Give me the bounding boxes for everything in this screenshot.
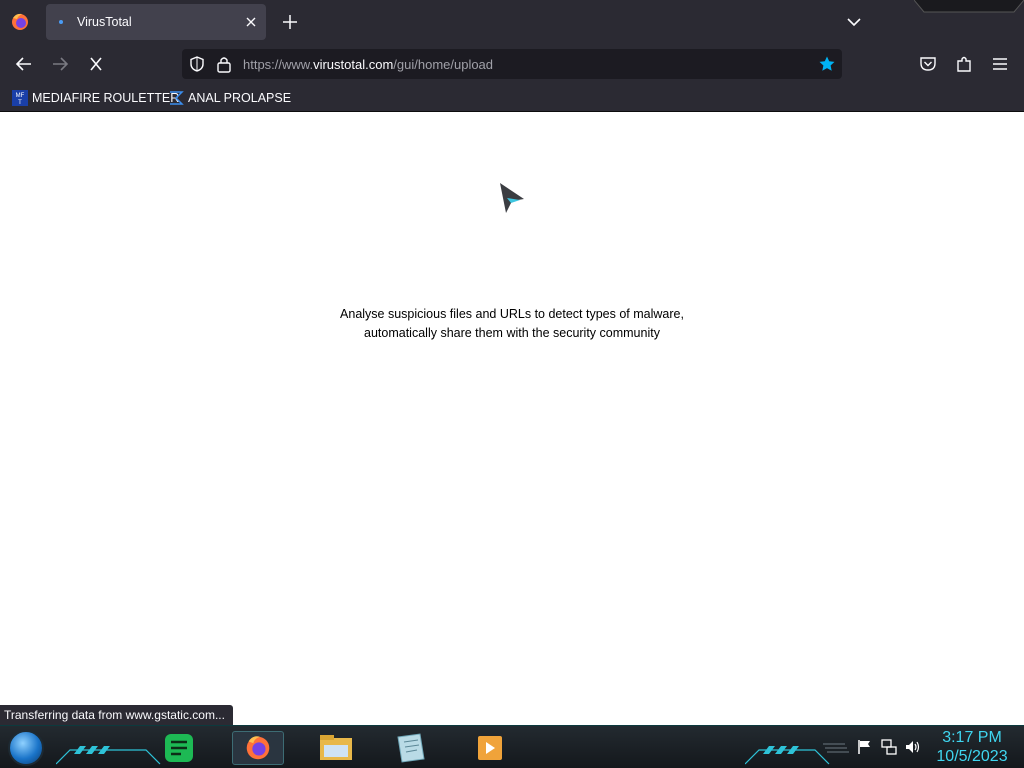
new-tab-icon[interactable]: [280, 12, 300, 32]
firefox-icon[interactable]: [232, 731, 284, 765]
stop-loading-icon[interactable]: [83, 52, 109, 76]
mediafire-icon: MF T: [12, 90, 28, 106]
tab-bar: VirusTotal: [0, 0, 1024, 44]
bookmark-mediafire-rouletter[interactable]: MF T MEDIAFIRE ROULETTER: [12, 88, 179, 108]
close-icon[interactable]: [242, 13, 260, 31]
status-panel: Transferring data from www.gstatic.com..…: [0, 705, 233, 725]
url-prefix: https://www.: [243, 57, 314, 72]
svg-text:MF: MF: [16, 93, 25, 99]
navigation-bar: https://www.virustotal.com/gui/home/uplo…: [0, 44, 1024, 84]
bookmarks-toolbar: MF T MEDIAFIRE ROULETTER ANAL PROLAPSE: [0, 84, 1024, 112]
theme-decoration-icon: [914, 0, 1024, 13]
file-explorer-icon[interactable]: [310, 731, 362, 765]
taskbar-decoration-icon: [56, 746, 161, 765]
flag-icon[interactable]: [856, 738, 874, 756]
tagline-line-2: automatically share them with the securi…: [364, 326, 660, 340]
taskbar-decoration-icon: [745, 743, 849, 765]
virustotal-logo-icon: [500, 183, 524, 213]
lock-icon[interactable]: [216, 55, 232, 73]
clock-date: 10/5/2023: [936, 748, 1008, 765]
system-clock[interactable]: 3:17 PM 10/5/2023: [930, 728, 1014, 766]
bookmark-anal-prolapse[interactable]: ANAL PROLAPSE: [168, 88, 291, 108]
tab-title: VirusTotal: [77, 15, 132, 29]
clock-time: 3:17 PM: [942, 729, 1002, 746]
notepad-icon[interactable]: [384, 731, 436, 765]
volume-icon[interactable]: [904, 738, 922, 756]
taskbar: 3:17 PM 10/5/2023: [0, 725, 1024, 768]
screen: VirusTotal https://www.virustotal.com/gu…: [0, 0, 1024, 768]
bookmark-label: MEDIAFIRE ROULETTER: [32, 91, 180, 105]
bookmark-star-icon[interactable]: [818, 55, 836, 73]
pocket-icon[interactable]: [918, 54, 938, 74]
forward-arrow-icon[interactable]: [47, 52, 73, 76]
url-text[interactable]: https://www.virustotal.com/gui/home/uplo…: [243, 57, 493, 72]
address-bar[interactable]: https://www.virustotal.com/gui/home/uplo…: [182, 49, 842, 79]
network-icon[interactable]: [880, 738, 898, 756]
hamburger-menu-icon[interactable]: [990, 54, 1010, 74]
url-path: /gui/home/upload: [393, 57, 494, 72]
svg-text:T: T: [18, 100, 22, 106]
tagline-line-1: Analyse suspicious files and URLs to det…: [340, 307, 684, 321]
shield-icon[interactable]: [188, 55, 206, 73]
media-player-icon[interactable]: [464, 731, 516, 765]
page-content: Analyse suspicious files and URLs to det…: [0, 113, 1024, 725]
tab-virustotal[interactable]: VirusTotal: [46, 4, 266, 40]
start-button[interactable]: [8, 730, 44, 766]
sigma-icon: [170, 91, 184, 105]
firefox-menu-icon[interactable]: [8, 11, 32, 33]
loading-dot-icon: [59, 20, 63, 24]
tagline: Analyse suspicious files and URLs to det…: [312, 305, 712, 343]
url-host: virustotal.com: [313, 57, 394, 72]
notes-icon[interactable]: [156, 731, 208, 765]
bookmark-label: ANAL PROLAPSE: [188, 91, 292, 105]
extensions-icon[interactable]: [954, 54, 974, 74]
chevron-down-icon[interactable]: [844, 13, 864, 31]
back-arrow-icon[interactable]: [11, 52, 37, 76]
